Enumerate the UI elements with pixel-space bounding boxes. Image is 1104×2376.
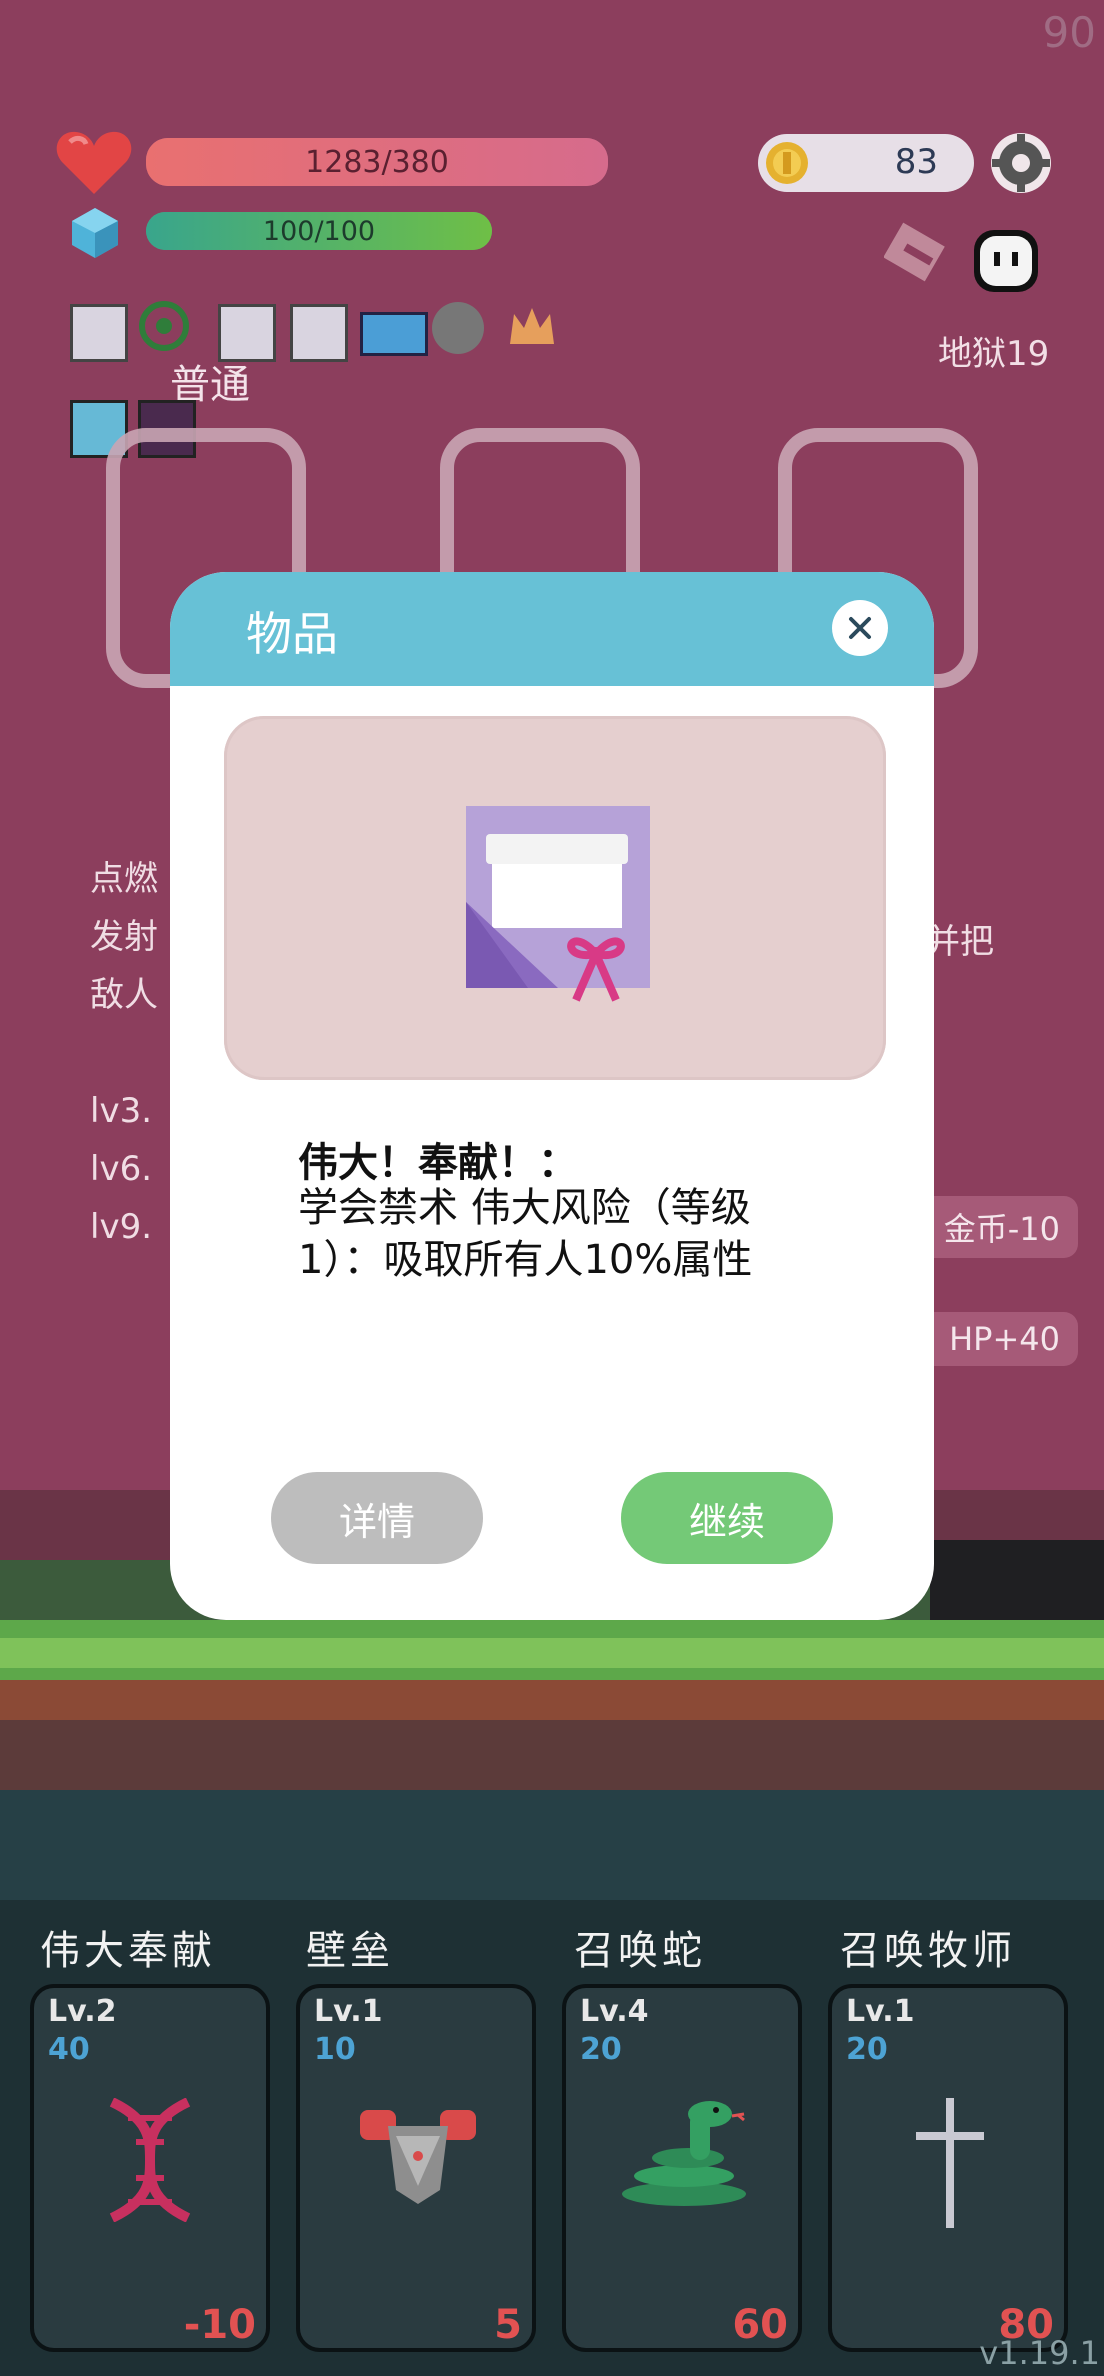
item-preview-box	[224, 716, 886, 1080]
details-button[interactable]: 详情	[271, 1472, 483, 1564]
close-icon	[849, 617, 871, 639]
close-button[interactable]	[832, 600, 888, 656]
item-dialog: 物品 伟大！奉献！： 学会禁术 伟大风险（等级1）：吸取所有人10%属性 详情 …	[170, 572, 934, 1620]
gift-scroll-icon	[466, 806, 650, 1002]
continue-button[interactable]: 继续	[621, 1472, 833, 1564]
item-name: 伟大！奉献！：	[298, 1140, 578, 1186]
item-description: 学会禁术 伟大风险（等级1）：吸取所有人10%属性	[298, 1185, 753, 1283]
dialog-title: 物品	[246, 607, 338, 661]
